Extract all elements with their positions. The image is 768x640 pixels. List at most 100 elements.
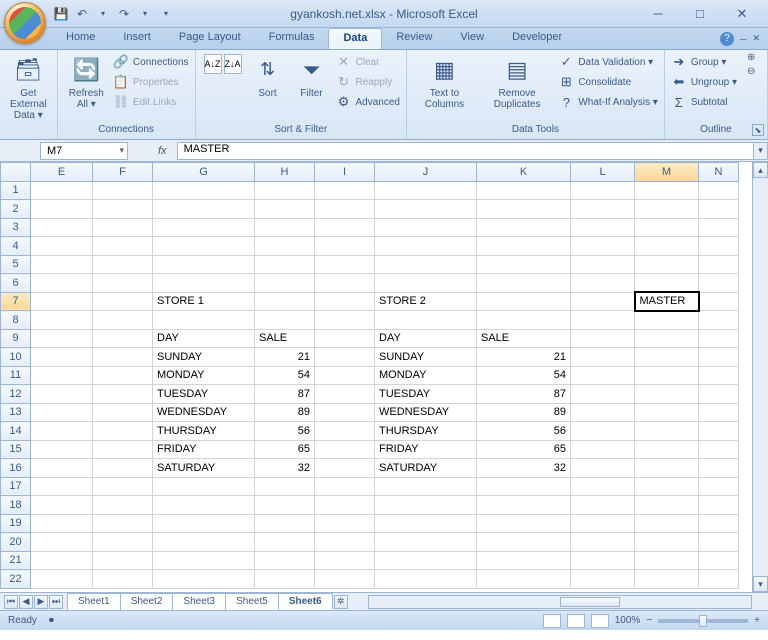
cell-K12[interactable]: 87	[477, 385, 571, 404]
consolidate-button[interactable]: ⊞Consolidate	[558, 72, 658, 92]
cell-J4[interactable]	[375, 237, 477, 256]
cell-H11[interactable]: 54	[255, 366, 315, 385]
cell-F3[interactable]	[93, 218, 153, 237]
cell-N7[interactable]	[699, 292, 739, 311]
row-header-17[interactable]: 17	[1, 477, 31, 496]
column-header-K[interactable]: K	[477, 163, 571, 182]
zoom-in-button[interactable]: +	[754, 615, 760, 626]
cell-I5[interactable]	[315, 255, 375, 274]
sort-desc-button[interactable]: Z↓A	[224, 54, 242, 74]
scroll-up-button[interactable]: ▴	[753, 162, 768, 178]
cell-I7[interactable]	[315, 292, 375, 311]
row-header-22[interactable]: 22	[1, 570, 31, 589]
cell-K8[interactable]	[477, 311, 571, 330]
cell-K6[interactable]	[477, 274, 571, 293]
cell-K17[interactable]	[477, 477, 571, 496]
ungroup-button[interactable]: ⬅Ungroup ▾	[671, 72, 737, 92]
cell-L1[interactable]	[571, 181, 635, 200]
sort-asc-button[interactable]: A↓Z	[204, 54, 222, 74]
cell-J21[interactable]	[375, 551, 477, 570]
minimize-ribbon-button[interactable]: ─	[740, 34, 746, 44]
hscroll-thumb[interactable]	[560, 597, 620, 607]
row-header-18[interactable]: 18	[1, 496, 31, 515]
cell-N12[interactable]	[699, 385, 739, 404]
get-external-data-button[interactable]: 🗃Get External Data ▾	[6, 52, 51, 123]
cell-H20[interactable]	[255, 533, 315, 552]
cell-L7[interactable]	[571, 292, 635, 311]
cell-F18[interactable]	[93, 496, 153, 515]
cell-I1[interactable]	[315, 181, 375, 200]
pagebreak-view-button[interactable]	[591, 614, 609, 628]
cell-L17[interactable]	[571, 477, 635, 496]
spreadsheet-grid[interactable]: EFGHIJKLMN1234567STORE 1STORE 2MASTER89D…	[0, 162, 739, 589]
tab-data[interactable]: Data	[328, 28, 382, 49]
cell-I22[interactable]	[315, 570, 375, 589]
column-header-M[interactable]: M	[635, 163, 699, 182]
redo-icon[interactable]: ↷	[115, 5, 133, 23]
cell-I9[interactable]	[315, 329, 375, 348]
row-header-12[interactable]: 12	[1, 385, 31, 404]
cell-G4[interactable]	[153, 237, 255, 256]
cell-G7[interactable]: STORE 1	[153, 292, 255, 311]
cell-K10[interactable]: 21	[477, 348, 571, 367]
cell-N9[interactable]	[699, 329, 739, 348]
cell-K11[interactable]: 54	[477, 366, 571, 385]
cell-F9[interactable]	[93, 329, 153, 348]
cell-K15[interactable]: 65	[477, 440, 571, 459]
cell-F12[interactable]	[93, 385, 153, 404]
cell-E9[interactable]	[31, 329, 93, 348]
cell-J20[interactable]	[375, 533, 477, 552]
outline-launcher[interactable]: ⬊	[752, 124, 764, 136]
tab-pagelayout[interactable]: Page Layout	[165, 28, 255, 49]
cell-L6[interactable]	[571, 274, 635, 293]
reapply-button[interactable]: ↻Reapply	[336, 72, 400, 92]
cell-N2[interactable]	[699, 200, 739, 219]
close-button[interactable]: ✕	[734, 6, 750, 22]
cell-H22[interactable]	[255, 570, 315, 589]
cell-I21[interactable]	[315, 551, 375, 570]
cell-I2[interactable]	[315, 200, 375, 219]
cell-J12[interactable]: TUESDAY	[375, 385, 477, 404]
vertical-scrollbar[interactable]: ▴ ▾	[752, 162, 768, 592]
cell-N22[interactable]	[699, 570, 739, 589]
cell-M21[interactable]	[635, 551, 699, 570]
cell-N8[interactable]	[699, 311, 739, 330]
cell-M1[interactable]	[635, 181, 699, 200]
cell-E20[interactable]	[31, 533, 93, 552]
cell-F14[interactable]	[93, 422, 153, 441]
cell-F20[interactable]	[93, 533, 153, 552]
row-header-6[interactable]: 6	[1, 274, 31, 293]
cell-F17[interactable]	[93, 477, 153, 496]
cell-M4[interactable]	[635, 237, 699, 256]
sheet-tab-sheet2[interactable]: Sheet2	[120, 593, 174, 610]
cell-H8[interactable]	[255, 311, 315, 330]
cell-L5[interactable]	[571, 255, 635, 274]
cell-E22[interactable]	[31, 570, 93, 589]
cell-E18[interactable]	[31, 496, 93, 515]
cell-J5[interactable]	[375, 255, 477, 274]
cell-E15[interactable]	[31, 440, 93, 459]
cell-N18[interactable]	[699, 496, 739, 515]
cell-G14[interactable]: THURSDAY	[153, 422, 255, 441]
row-header-21[interactable]: 21	[1, 551, 31, 570]
cell-F7[interactable]	[93, 292, 153, 311]
cell-E2[interactable]	[31, 200, 93, 219]
cell-E1[interactable]	[31, 181, 93, 200]
cell-M5[interactable]	[635, 255, 699, 274]
cell-J2[interactable]	[375, 200, 477, 219]
cell-J14[interactable]: THURSDAY	[375, 422, 477, 441]
row-header-15[interactable]: 15	[1, 440, 31, 459]
redo-dropdown-icon[interactable]: ▾	[136, 5, 154, 23]
cell-F6[interactable]	[93, 274, 153, 293]
column-header-L[interactable]: L	[571, 163, 635, 182]
scroll-down-button[interactable]: ▾	[753, 576, 768, 592]
cell-K16[interactable]: 32	[477, 459, 571, 478]
cell-G22[interactable]	[153, 570, 255, 589]
next-sheet-button[interactable]: ▶	[34, 595, 48, 609]
cell-K21[interactable]	[477, 551, 571, 570]
cell-J10[interactable]: SUNDAY	[375, 348, 477, 367]
row-header-8[interactable]: 8	[1, 311, 31, 330]
cell-G6[interactable]	[153, 274, 255, 293]
cell-L16[interactable]	[571, 459, 635, 478]
cell-G1[interactable]	[153, 181, 255, 200]
